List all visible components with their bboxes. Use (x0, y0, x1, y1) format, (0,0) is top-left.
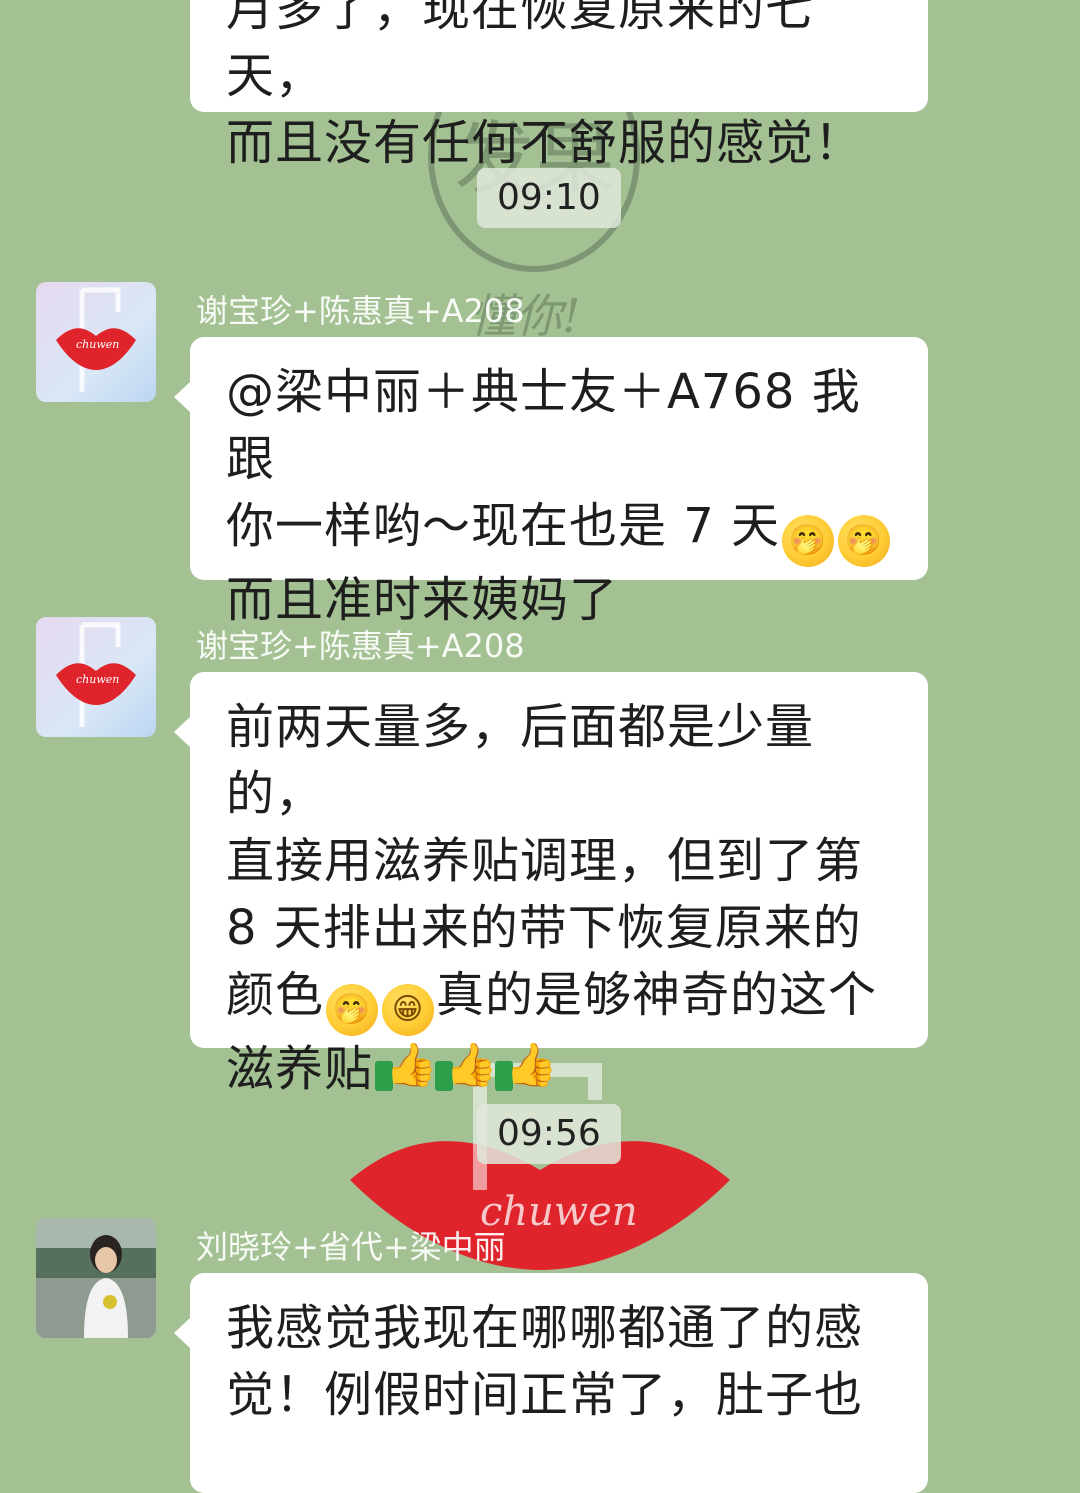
thumbs-up-icon (495, 1039, 558, 1095)
grin-emoji: 😁 (382, 984, 435, 1036)
svg-text:chuwen: chuwen (76, 338, 119, 351)
sender-name: 谢宝珍+陈惠真+A208 (196, 292, 525, 330)
thinking-emoji: 🤭 (838, 515, 891, 567)
message-line: 8 天排出来的带下恢复原来的 (226, 900, 862, 956)
thumbs-up-icon (375, 1039, 438, 1095)
thumbs-up-icon (435, 1039, 498, 1095)
timestamp: 09:10 (477, 168, 621, 228)
message-line: 我感觉我现在哪哪都通了的感 (226, 1300, 864, 1356)
message-line: 而且没有任何不舒服的感觉！ (226, 115, 864, 171)
thinking-emoji: 🤭 (782, 515, 835, 567)
user-photo-avatar[interactable] (36, 1218, 156, 1338)
message-bubble[interactable]: 月多了，现在恢复原来的七天， 而且没有任何不舒服的感觉！ (190, 0, 928, 171)
chuwen-brand-avatar[interactable]: chuwen (36, 617, 156, 737)
lips-icon: chuwen (56, 287, 136, 392)
lips-icon: chuwen (56, 622, 136, 727)
message-bubble[interactable]: @梁中丽＋典士友＋A768 我跟 你一样哟～现在也是 7 天 🤭 🤭 而且准时来姨妈… (174, 337, 928, 628)
thinking-emoji: 🤭 (326, 984, 379, 1036)
svg-text:chuwen: chuwen (76, 673, 119, 686)
message-line: 月多了，现在恢复原来的七天， (226, 0, 815, 104)
timestamp: 09:56 (477, 1104, 621, 1164)
message-line: 觉！例假时间正常了，肚子也 (226, 1367, 864, 1423)
message-line: @梁中丽＋典士友＋A768 我跟 (226, 364, 861, 487)
person-photo (36, 1218, 156, 1338)
message-line: 颜色 🤭 😁 真的是够神奇的这个 (226, 962, 898, 1036)
message-line: 你一样哟～现在也是 7 天 🤭 🤭 (226, 493, 898, 567)
message-bubble[interactable]: 前两天量多，后面都是少量的， 直接用滋养贴调理，但到了第 8 天排出来的带下恢复… (174, 672, 928, 1097)
sender-name: 谢宝珍+陈惠真+A208 (196, 627, 525, 665)
message-line: 直接用滋养贴调理，但到了第 (226, 833, 864, 889)
message-line: 滋养贴 (226, 1036, 898, 1103)
message-line: 前两天量多，后面都是少量的， (226, 699, 815, 822)
sender-name: 刘晓玲+省代+梁中丽 (196, 1228, 506, 1266)
chuwen-brand-avatar[interactable]: chuwen (36, 282, 156, 402)
message-bubble[interactable]: 我感觉我现在哪哪都通了的感 觉！例假时间正常了，肚子也 (174, 1273, 928, 1493)
